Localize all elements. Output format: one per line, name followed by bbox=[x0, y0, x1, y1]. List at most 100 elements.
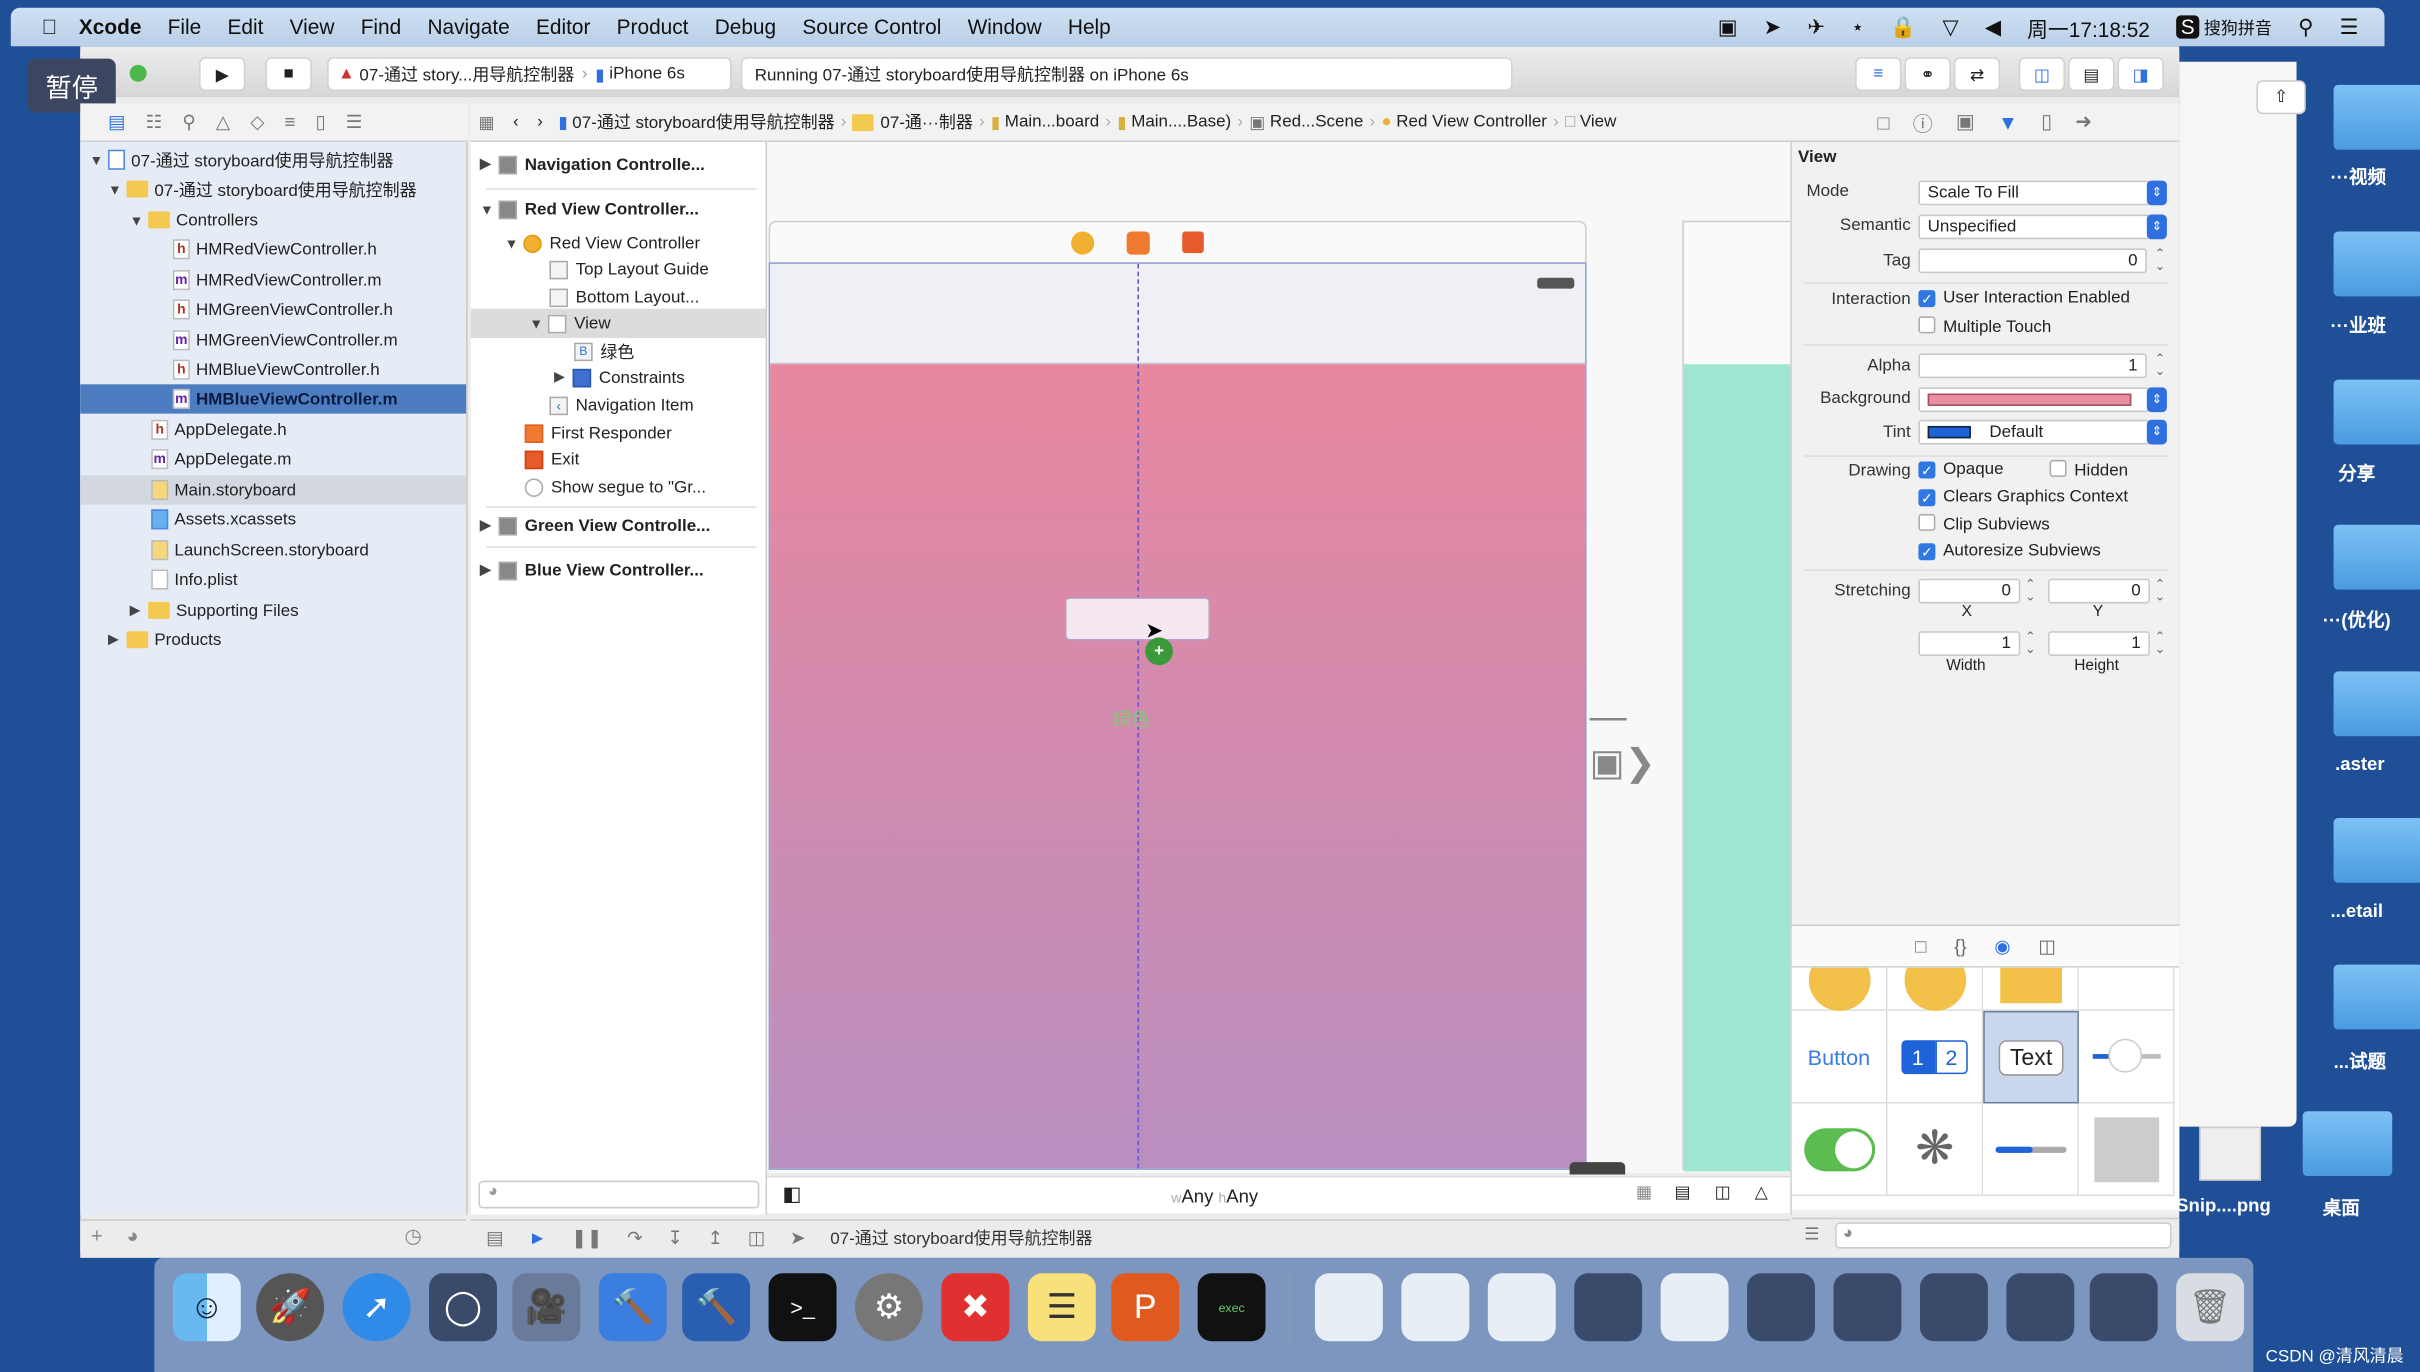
menu-source-control[interactable]: Source Control bbox=[802, 15, 941, 38]
desktop-folder-icon[interactable] bbox=[2333, 964, 2420, 1030]
resolve-issues-icon[interactable]: △ bbox=[1755, 1182, 1768, 1203]
outline-item[interactable]: Bottom Layout... bbox=[549, 282, 699, 311]
nav-item-project[interactable]: ▼ 07-通过 storyboard使用导航控制器 bbox=[90, 145, 394, 174]
location-icon[interactable]: ➤ bbox=[1764, 15, 1781, 40]
desktop-item-label[interactable]: ···视频 bbox=[2330, 164, 2386, 190]
apple-menu-icon[interactable]:  bbox=[42, 15, 58, 38]
breadcrumb-item[interactable]: 07-通过 storyboard使用导航控制器 bbox=[572, 110, 834, 135]
outline-item-view-selected[interactable]: ▼ View bbox=[470, 308, 766, 338]
toggle-debug-area-button[interactable]: ▤ bbox=[2068, 57, 2115, 92]
desktop-item-label[interactable]: ...etail bbox=[2330, 900, 2382, 922]
outline-item[interactable]: Show segue to "Gr... bbox=[524, 472, 706, 501]
nav-item-file[interactable]: h HMRedViewController.h bbox=[172, 235, 377, 264]
desktop-item-label[interactable]: ···业班 bbox=[2330, 312, 2386, 338]
outline-scene-blue[interactable]: ▶ Blue View Controller... bbox=[480, 556, 704, 585]
window-thumbnail-icon[interactable] bbox=[1747, 1273, 1816, 1342]
library-item-slider[interactable] bbox=[2078, 1010, 2175, 1104]
menu-file[interactable]: File bbox=[168, 15, 202, 38]
stepper-icon[interactable]: ⌃ ⌄ bbox=[2153, 578, 2167, 604]
connections-inspector-icon[interactable]: ➜ bbox=[2075, 110, 2092, 135]
version-editor-button[interactable]: ⇄ bbox=[1953, 57, 2001, 92]
stepper-icon[interactable]: ⌃ ⌄ bbox=[2153, 353, 2167, 378]
nav-item-file[interactable]: h AppDelegate.h bbox=[151, 415, 287, 444]
outline-filter-field[interactable]: ◕ bbox=[478, 1180, 760, 1209]
menu-help[interactable]: Help bbox=[1068, 15, 1111, 38]
clears-graphics-checkbox[interactable]: ✓ Clears Graphics Context bbox=[1918, 488, 2128, 507]
quick-help-icon[interactable]: ⓘ bbox=[1913, 107, 1933, 136]
nav-item-file[interactable]: Info.plist bbox=[151, 565, 238, 594]
menu-debug[interactable]: Debug bbox=[715, 15, 776, 38]
breadcrumb-item[interactable]: Main...board bbox=[1005, 113, 1099, 132]
menu-editor[interactable]: Editor bbox=[536, 15, 590, 38]
attributes-inspector-icon[interactable]: ▼ bbox=[1998, 110, 2018, 133]
system-preferences-icon[interactable]: ⚙ bbox=[855, 1273, 923, 1342]
library-item-progress-view[interactable] bbox=[1983, 1103, 2079, 1197]
stretch-x-field[interactable]: 0 bbox=[1918, 578, 2021, 604]
forward-button[interactable]: › bbox=[537, 113, 543, 132]
desktop-item-label[interactable]: ...试题 bbox=[2334, 1048, 2386, 1074]
library-item-object[interactable] bbox=[1983, 967, 2079, 1011]
debug-navigator-tab-icon[interactable]: ≡ bbox=[285, 111, 296, 133]
library-item-segmented-control[interactable]: 12 bbox=[1887, 1010, 1984, 1104]
desktop-folder-icon[interactable] bbox=[2302, 1111, 2393, 1177]
menu-find[interactable]: Find bbox=[361, 15, 402, 38]
pin-icon[interactable]: ◫ bbox=[1715, 1182, 1731, 1203]
launchpad-icon[interactable]: 🚀 bbox=[256, 1273, 325, 1342]
identity-inspector-icon[interactable]: ▣ bbox=[1956, 110, 1975, 135]
red-view-controller-scene[interactable]: ➤ + 绿色 bbox=[768, 262, 1587, 1170]
library-item-view-controller[interactable] bbox=[1791, 967, 1888, 1011]
stepper-icon[interactable]: ⌃ ⌄ bbox=[2023, 630, 2037, 656]
outline-item[interactable]: ▼ Red View Controller bbox=[505, 228, 700, 257]
alpha-field[interactable]: 1 bbox=[1918, 353, 2147, 379]
lock-icon[interactable]: 🔒 bbox=[1890, 15, 1916, 40]
size-inspector-icon[interactable]: ▯ bbox=[2041, 110, 2052, 135]
window-thumbnail-icon[interactable] bbox=[1919, 1273, 1988, 1342]
stepper-icon[interactable]: ⌃ ⌄ bbox=[2153, 630, 2167, 656]
share-button[interactable]: ⇧ bbox=[2256, 80, 2306, 115]
nav-item-file[interactable]: m AppDelegate.m bbox=[151, 444, 291, 473]
popup-arrows-icon[interactable]: ⇕ bbox=[2146, 214, 2167, 240]
breakpoint-navigator-tab-icon[interactable]: ▯ bbox=[315, 111, 325, 133]
nav-item-controllers[interactable]: ▼ Controllers bbox=[130, 205, 258, 234]
library-filter-field[interactable]: ◕ bbox=[1835, 1222, 2172, 1249]
test-navigator-tab-icon[interactable]: ◇ bbox=[250, 111, 264, 133]
toggle-outline-icon[interactable]: ◧ bbox=[782, 1182, 801, 1207]
green-view-controller-scene[interactable] bbox=[1682, 220, 1792, 1172]
clock[interactable]: 周一17:18:52 bbox=[2027, 12, 2150, 43]
safari-icon[interactable]: ➚ bbox=[342, 1273, 411, 1342]
breadcrumb-item[interactable]: View bbox=[1580, 113, 1617, 132]
outline-item[interactable]: First Responder bbox=[524, 418, 672, 447]
popup-arrows-icon[interactable]: ⇕ bbox=[2146, 387, 2167, 413]
back-button[interactable]: ‹ bbox=[513, 113, 519, 132]
file-template-library-icon[interactable]: □ bbox=[1915, 935, 1926, 957]
navigation-bar[interactable] bbox=[770, 263, 1586, 365]
recent-files-icon[interactable]: ◷ bbox=[404, 1224, 422, 1249]
project-navigator-tab-icon[interactable]: ▤ bbox=[108, 111, 126, 133]
storyboard-canvas[interactable]: ➤ + 绿色 —▣❯ ◧ wAny hAny ▦ ▤ ◫ △ bbox=[767, 141, 1792, 1214]
photo-booth-icon[interactable]: 🎥 bbox=[512, 1273, 581, 1342]
stop-button[interactable]: ■ bbox=[265, 57, 312, 92]
airplane-icon[interactable]: ✈ bbox=[1807, 15, 1824, 40]
nav-item-file[interactable]: m HMGreenViewController.m bbox=[172, 326, 398, 355]
menu-product[interactable]: Product bbox=[617, 15, 689, 38]
nav-item-file[interactable]: h HMGreenViewController.h bbox=[172, 295, 393, 324]
window-thumbnail-icon[interactable] bbox=[1574, 1273, 1643, 1342]
background-color-well[interactable] bbox=[1918, 387, 2150, 413]
terminal-icon[interactable]: >_ bbox=[768, 1273, 837, 1342]
clip-subviews-checkbox[interactable]: Clip Subviews bbox=[1918, 513, 2050, 534]
nav-item-group[interactable]: ▼ 07-通过 storyboard使用导航控制器 bbox=[108, 174, 417, 203]
desktop-item-label[interactable]: 桌面 bbox=[2323, 1195, 2360, 1221]
menu-window[interactable]: Window bbox=[968, 15, 1042, 38]
zoom-button[interactable] bbox=[129, 64, 147, 82]
exec-terminal-icon[interactable]: exec bbox=[1197, 1273, 1266, 1342]
outline-item[interactable]: Top Layout Guide bbox=[549, 255, 709, 284]
outline-item[interactable]: B 绿色 bbox=[574, 336, 634, 365]
stretch-y-field[interactable]: 0 bbox=[2048, 578, 2150, 604]
run-button[interactable]: ▶ bbox=[199, 57, 246, 92]
related-items-icon[interactable]: ▦ bbox=[478, 112, 494, 132]
step-out-icon[interactable]: ↥ bbox=[708, 1226, 724, 1248]
library-item-page-control[interactable] bbox=[2078, 1103, 2175, 1197]
window-thumbnail-icon[interactable] bbox=[1833, 1273, 1902, 1342]
size-class-control[interactable]: wAny hAny bbox=[1171, 1185, 1258, 1207]
root-view[interactable] bbox=[770, 364, 1586, 1169]
